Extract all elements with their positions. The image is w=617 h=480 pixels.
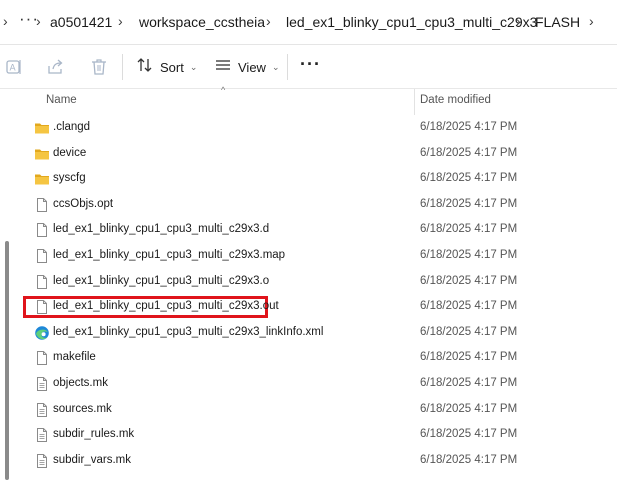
file-row[interactable]: device 6/18/2025 4:17 PM	[16, 141, 617, 167]
chevron-right-icon: ›	[516, 13, 521, 29]
file-list: ^ Name Date modified .clangd 6/18/2025 4:…	[0, 85, 617, 480]
svg-text:A: A	[10, 64, 17, 74]
file-row[interactable]: subdir_rules.mk 6/18/2025 4:17 PM	[16, 422, 617, 448]
text-file-icon	[34, 402, 50, 418]
chevron-right-icon: ›	[3, 13, 8, 29]
file-name[interactable]: led_ex1_blinky_cpu1_cpu3_multi_c29x3.o	[53, 275, 269, 287]
chevron-right-icon: ›	[589, 13, 594, 29]
file-icon	[34, 350, 50, 366]
sort-ascending-icon: ^	[221, 85, 226, 95]
chevron-down-icon: ⌄	[189, 61, 198, 72]
file-row[interactable]: led_ex1_blinky_cpu1_cpu3_multi_c29x3.o 6/…	[16, 269, 617, 295]
file-name[interactable]: sources.mk	[53, 403, 112, 415]
file-row[interactable]: syscfg 6/18/2025 4:17 PM	[16, 166, 617, 192]
file-row[interactable]: led_ex1_blinky_cpu1_cpu3_multi_c29x3.out…	[16, 294, 617, 320]
file-row[interactable]: objects.mk 6/18/2025 4:17 PM	[16, 371, 617, 397]
folder-icon	[34, 146, 50, 162]
view-button[interactable]: View ⌄	[214, 53, 280, 81]
file-row[interactable]: makefile 6/18/2025 4:17 PM	[16, 345, 617, 371]
file-date-modified: 6/18/2025 4:17 PM	[420, 197, 518, 210]
column-header-row: ^ Name Date modified	[16, 85, 617, 115]
file-row[interactable]: ccsObjs.opt 6/18/2025 4:17 PM	[16, 192, 617, 218]
sort-label: Sort	[160, 59, 184, 75]
toolbar-divider	[122, 54, 123, 80]
text-file-icon	[34, 376, 50, 392]
breadcrumb-item-flash[interactable]: FLASH	[535, 14, 580, 30]
file-date-modified: 6/18/2025 4:17 PM	[420, 274, 518, 287]
file-icon	[34, 222, 50, 238]
file-date-modified: 6/18/2025 4:17 PM	[420, 351, 518, 364]
scrollbar-thumb[interactable]	[5, 241, 9, 480]
file-name[interactable]: objects.mk	[53, 377, 108, 389]
chevron-right-icon: ›	[36, 13, 41, 29]
file-name[interactable]: subdir_rules.mk	[53, 428, 134, 440]
file-date-modified: 6/18/2025 4:17 PM	[420, 376, 518, 389]
folder-icon	[34, 171, 50, 187]
delete-icon[interactable]	[89, 57, 109, 77]
file-rows: .clangd 6/18/2025 4:17 PM device 6/18/2025 …	[16, 115, 617, 473]
breadcrumb-item-project[interactable]: led_ex1_blinky_cpu1_cpu3_multi_c29x3	[286, 14, 537, 30]
file-date-modified: 6/18/2025 4:17 PM	[420, 300, 518, 313]
file-row[interactable]: led_ex1_blinky_cpu1_cpu3_multi_c29x3.d 6/…	[16, 217, 617, 243]
file-date-modified: 6/18/2025 4:17 PM	[420, 402, 518, 415]
file-date-modified: 6/18/2025 4:17 PM	[420, 248, 518, 261]
file-icon	[34, 274, 50, 290]
rename-icon[interactable]: A	[4, 57, 24, 77]
chevron-right-icon: ›	[266, 13, 271, 29]
file-icon	[34, 248, 50, 264]
file-name[interactable]: led_ex1_blinky_cpu1_cpu3_multi_c29x3.out	[53, 300, 279, 312]
text-file-icon	[34, 453, 50, 469]
file-row[interactable]: sources.mk 6/18/2025 4:17 PM	[16, 397, 617, 423]
file-explorer-window: › ··· › a0501421 › workspace_ccstheia › …	[0, 0, 617, 480]
column-header-name[interactable]: Name	[46, 94, 77, 106]
file-name[interactable]: ccsObjs.opt	[53, 198, 113, 210]
file-name[interactable]: led_ex1_blinky_cpu1_cpu3_multi_c29x3.map	[53, 249, 285, 261]
share-icon[interactable]	[46, 57, 66, 77]
file-row[interactable]: led_ex1_blinky_cpu1_cpu3_multi_c29x3.map…	[16, 243, 617, 269]
column-divider[interactable]	[414, 89, 415, 115]
view-label: View	[238, 59, 266, 75]
file-date-modified: 6/18/2025 4:17 PM	[420, 146, 518, 159]
file-name[interactable]: led_ex1_blinky_cpu1_cpu3_multi_c29x3.d	[53, 223, 269, 235]
sort-button[interactable]: Sort ⌄	[136, 53, 197, 81]
file-name[interactable]: led_ex1_blinky_cpu1_cpu3_multi_c29x3_lin…	[53, 326, 323, 338]
file-date-modified: 6/18/2025 4:17 PM	[420, 121, 518, 133]
chevron-right-icon: ›	[118, 13, 123, 29]
edge-icon	[34, 325, 50, 341]
more-options-button[interactable]: ···	[300, 54, 321, 75]
file-date-modified: 6/18/2025 4:17 PM	[420, 428, 518, 441]
text-file-icon	[34, 427, 50, 443]
file-date-modified: 6/18/2025 4:17 PM	[420, 325, 518, 338]
file-name[interactable]: device	[53, 147, 86, 159]
breadcrumb: › ··· › a0501421 › workspace_ccstheia › …	[0, 0, 617, 45]
breadcrumb-item-workspace[interactable]: workspace_ccstheia	[139, 14, 265, 30]
file-row[interactable]: .clangd 6/18/2025 4:17 PM	[16, 115, 617, 141]
chevron-down-icon: ⌄	[271, 61, 280, 72]
file-date-modified: 6/18/2025 4:17 PM	[420, 223, 518, 236]
file-date-modified: 6/18/2025 4:17 PM	[420, 453, 518, 466]
file-row[interactable]: subdir_vars.mk 6/18/2025 4:17 PM	[16, 448, 617, 474]
command-toolbar: A Sort ⌄ View ⌄ ···	[0, 45, 617, 89]
toolbar-divider	[287, 54, 288, 80]
file-icon	[34, 299, 50, 315]
sort-icon	[136, 56, 154, 79]
file-row[interactable]: led_ex1_blinky_cpu1_cpu3_multi_c29x3_lin…	[16, 320, 617, 346]
view-icon	[214, 56, 232, 79]
file-name[interactable]: syscfg	[53, 172, 86, 184]
column-header-date-modified[interactable]: Date modified	[420, 94, 491, 106]
file-name[interactable]: subdir_vars.mk	[53, 454, 131, 466]
file-name[interactable]: makefile	[53, 351, 96, 363]
file-name[interactable]: .clangd	[53, 121, 90, 133]
breadcrumb-item-user[interactable]: a0501421	[50, 14, 112, 30]
file-icon	[34, 197, 50, 213]
folder-icon	[34, 120, 50, 136]
file-date-modified: 6/18/2025 4:17 PM	[420, 172, 518, 185]
